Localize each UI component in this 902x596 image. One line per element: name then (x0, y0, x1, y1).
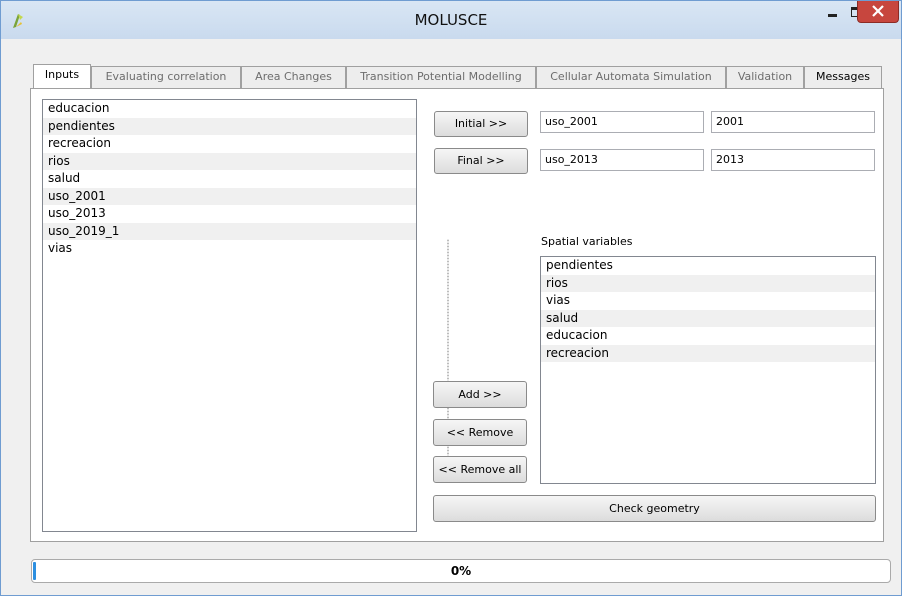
remove-button[interactable]: << Remove (433, 419, 527, 446)
list-item[interactable]: pendientes (541, 257, 875, 275)
list-item[interactable]: uso_2001 (43, 187, 416, 205)
inputs-panel: educacion pendientes recreacion rios sal… (30, 88, 884, 542)
progress-bar: 0% (31, 559, 891, 583)
progress-text: 0% (450, 564, 472, 578)
minimize-button[interactable] (819, 1, 845, 23)
list-item[interactable]: vias (541, 292, 875, 310)
spatial-variables-list[interactable]: pendientes rios vias salud educacion rec… (540, 256, 876, 484)
list-item[interactable]: educacion (43, 100, 416, 118)
tab-transition-potential-modelling[interactable]: Transition Potential Modelling (346, 66, 536, 88)
list-item[interactable]: uso_2019_1 (43, 222, 416, 240)
window-title: MOLUSCE (414, 11, 488, 29)
final-button[interactable]: Final >> (434, 148, 528, 174)
close-button[interactable] (857, 1, 899, 23)
tab-validation[interactable]: Validation (726, 66, 804, 88)
layers-list[interactable]: educacion pendientes recreacion rios sal… (42, 99, 417, 532)
initial-button[interactable]: Initial >> (434, 111, 528, 137)
tab-cellular-automata-simulation[interactable]: Cellular Automata Simulation (536, 66, 726, 88)
list-item[interactable]: rios (43, 152, 416, 170)
list-item[interactable]: salud (541, 309, 875, 327)
list-item[interactable]: recreacion (541, 344, 875, 362)
initial-layer-field[interactable]: uso_2001 (540, 111, 704, 133)
tab-area-changes[interactable]: Area Changes (241, 66, 346, 88)
list-item[interactable]: uso_2013 (43, 205, 416, 223)
list-item[interactable]: vias (43, 240, 416, 258)
close-icon (872, 5, 884, 17)
add-button[interactable]: Add >> (433, 381, 527, 408)
list-item[interactable]: rios (541, 274, 875, 292)
spatial-variables-label: Spatial variables (541, 235, 633, 248)
list-item[interactable]: educacion (541, 327, 875, 345)
list-item[interactable]: recreacion (43, 135, 416, 153)
check-geometry-button[interactable]: Check geometry (433, 495, 876, 522)
final-year-field[interactable]: 2013 (711, 149, 875, 171)
title-bar[interactable]: MOLUSCE (1, 1, 901, 39)
tab-messages[interactable]: Messages (804, 66, 882, 88)
minimize-icon (828, 14, 837, 17)
tab-evaluating-correlation[interactable]: Evaluating correlation (91, 66, 241, 88)
remove-all-button[interactable]: << Remove all (433, 456, 527, 483)
list-item[interactable]: pendientes (43, 117, 416, 135)
final-layer-field[interactable]: uso_2013 (540, 149, 704, 171)
list-item[interactable]: salud (43, 170, 416, 188)
molusce-window: MOLUSCE Inputs Evaluating correlation Ar… (0, 0, 902, 596)
tab-inputs[interactable]: Inputs (33, 64, 91, 89)
initial-year-field[interactable]: 2001 (711, 111, 875, 133)
